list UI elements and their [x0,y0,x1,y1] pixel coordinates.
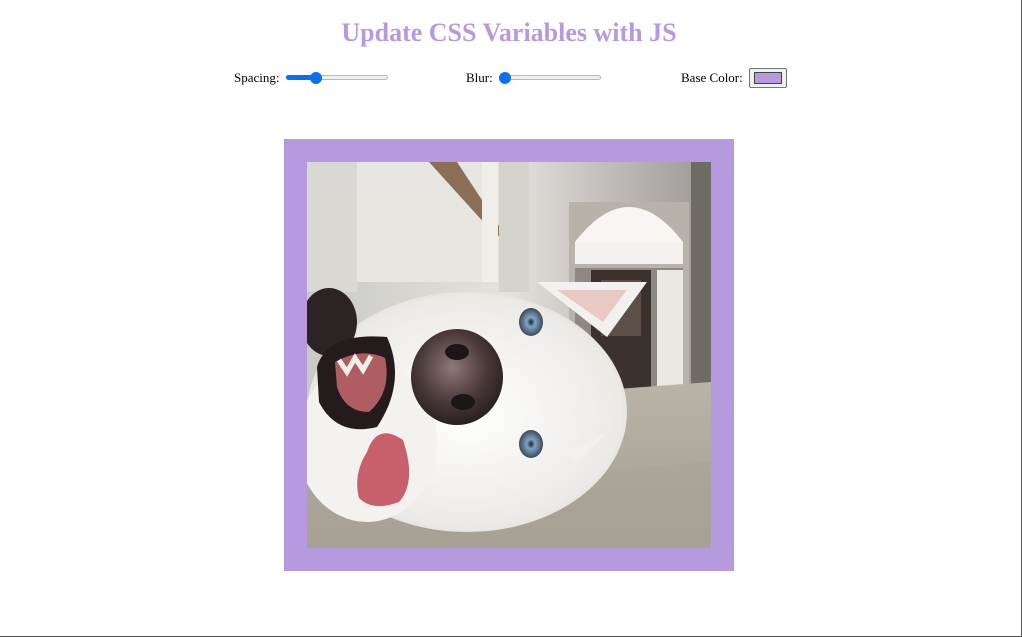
blur-slider-thumb[interactable] [498,72,511,84]
blur-label: Blur: [466,70,493,85]
blur-slider-track [498,75,601,80]
controls-bar: Spacing: Blur: Base Color: [0,64,1022,92]
spacing-slider[interactable] [285,71,388,85]
blur-control: Blur: [466,64,601,92]
husky-photo [307,162,711,548]
husky-photo-illustration [307,162,711,548]
base-color-swatch [753,72,782,84]
image-frame [284,139,734,571]
page-title: Update CSS Variables with JS [341,18,677,47]
spacing-slider-thumb[interactable] [310,72,323,84]
base-color-label: Base Color: [681,70,743,85]
base-color-control: Base Color: [681,64,787,92]
spacing-control: Spacing: [234,64,388,92]
spacing-label: Spacing: [234,70,280,85]
page: Update CSS Variables with JS Spacing: Bl… [0,0,1022,637]
base-color-picker[interactable] [748,68,787,88]
blur-slider[interactable] [498,71,601,85]
